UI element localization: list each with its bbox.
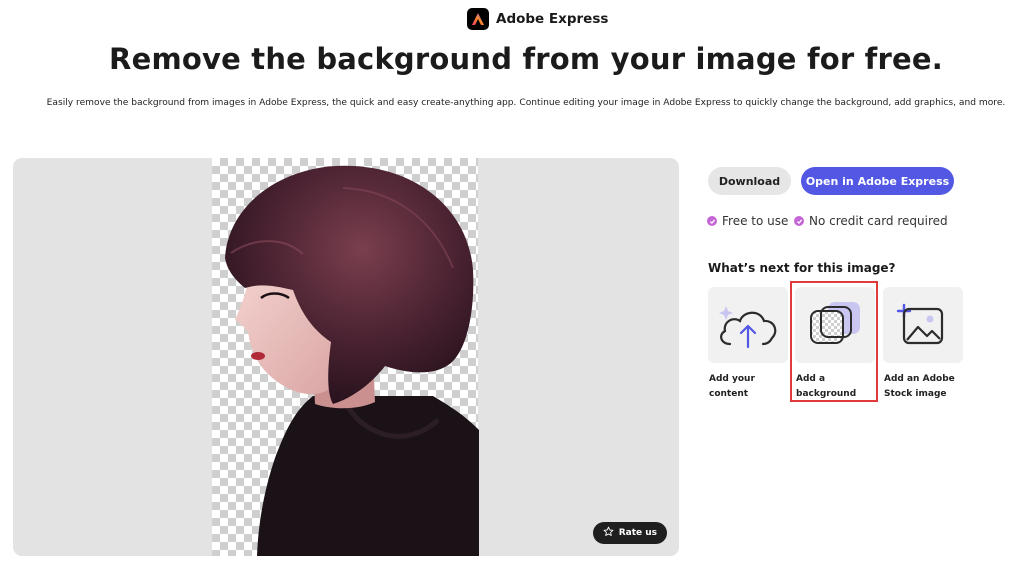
card-tile xyxy=(795,287,875,363)
add-image-icon xyxy=(896,303,944,345)
add-adobe-stock-image-card[interactable]: Add an Adobe Stock image xyxy=(883,287,963,402)
card-tile xyxy=(708,287,788,363)
whats-next-heading: What’s next for this image? xyxy=(708,261,896,275)
rate-us-label: Rate us xyxy=(618,528,657,538)
feature-label: No credit card required xyxy=(809,214,948,228)
feature-free-to-use: Free to use xyxy=(707,214,788,228)
brand-name: Adobe Express xyxy=(496,11,609,27)
star-icon xyxy=(603,526,614,540)
download-button[interactable]: Download xyxy=(708,167,791,195)
card-label: Add an Adobe Stock image xyxy=(884,374,955,399)
add-a-background-card[interactable]: Add a background xyxy=(795,287,875,402)
card-label: Add a background xyxy=(796,374,857,399)
card-label: Add your content xyxy=(709,374,755,399)
page-title: Remove the background from your image fo… xyxy=(109,42,943,76)
feature-label: Free to use xyxy=(722,214,789,228)
check-icon xyxy=(794,216,804,226)
add-your-content-card[interactable]: Add your content xyxy=(708,287,788,402)
open-in-adobe-express-button[interactable]: Open in Adobe Express xyxy=(801,167,954,195)
card-tile xyxy=(883,287,963,363)
brand-header[interactable]: Adobe Express xyxy=(467,8,608,30)
adobe-express-logo-icon xyxy=(467,8,489,30)
page-subtitle: Easily remove the background from images… xyxy=(46,98,1006,108)
check-icon xyxy=(707,216,717,226)
background-layers-icon xyxy=(810,302,860,344)
cloud-upload-icon xyxy=(719,306,777,349)
feature-no-credit-card: No credit card required xyxy=(794,214,948,228)
rate-us-button[interactable]: Rate us xyxy=(592,522,667,544)
cutout-portrait-image xyxy=(225,165,479,556)
image-preview: Rate us xyxy=(13,158,679,556)
